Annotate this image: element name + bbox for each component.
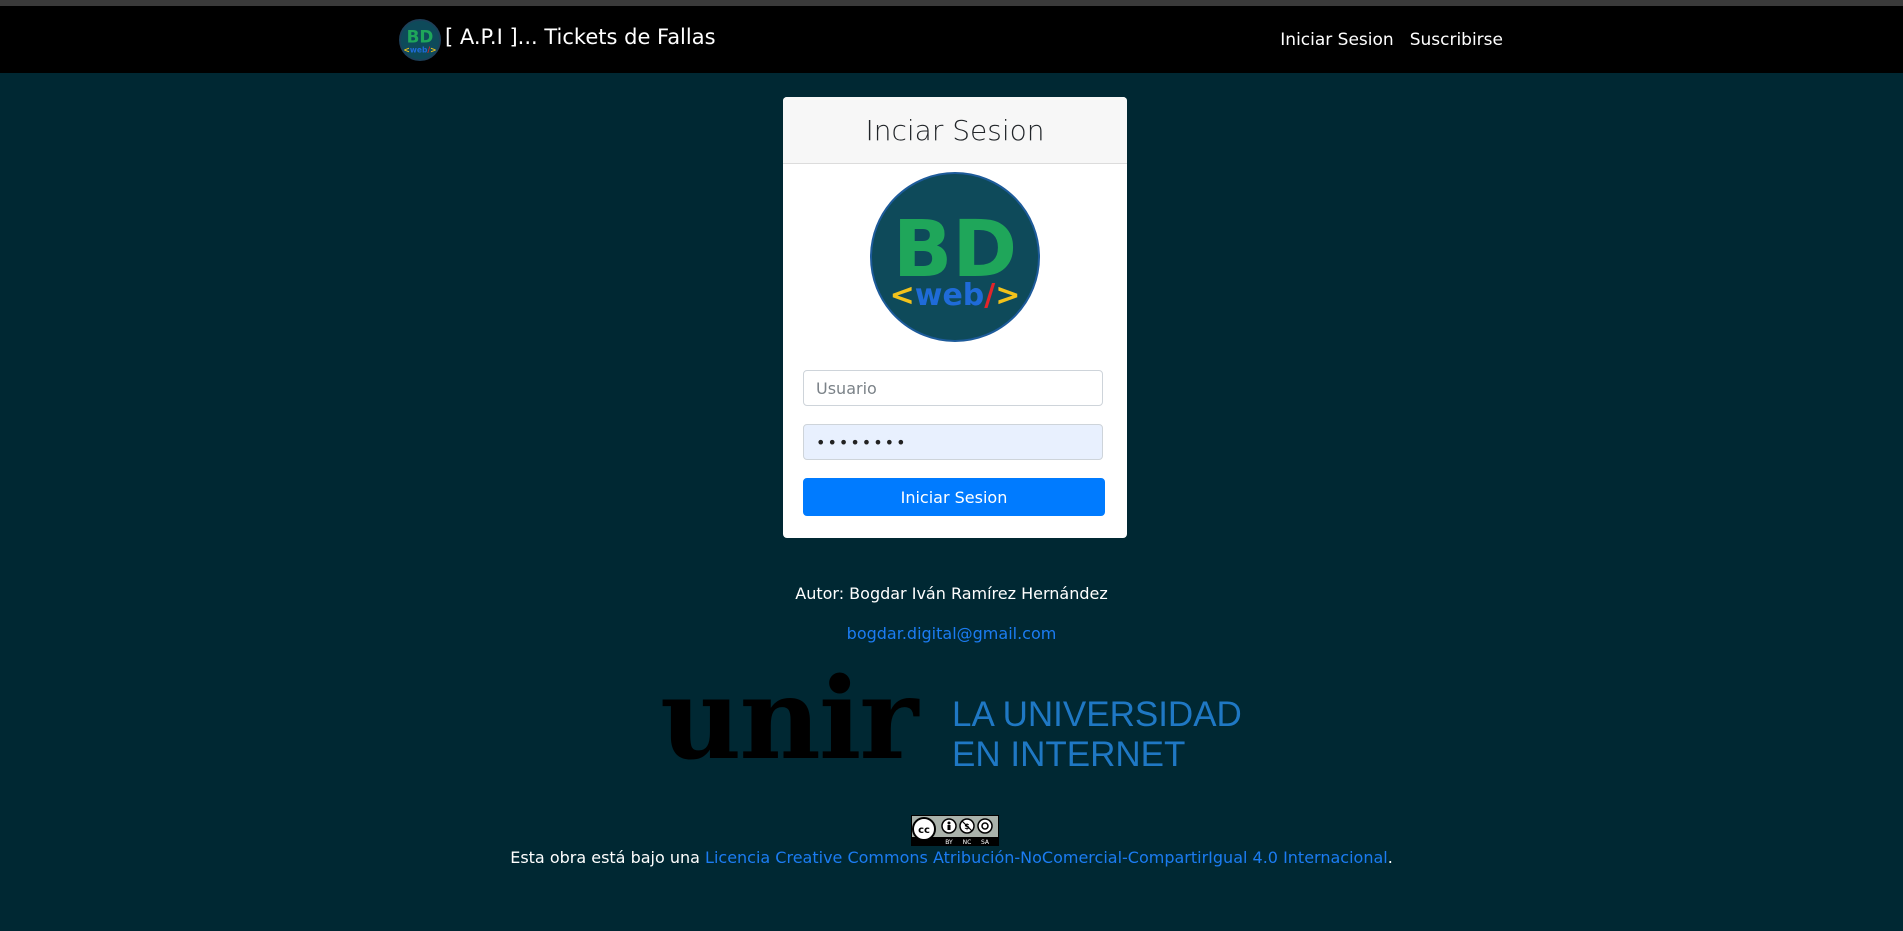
- brand-link[interactable]: BD <web/> [ A.P.I ]... Tickets de Fallas: [399, 19, 716, 61]
- unir-wordmark: unir: [660, 654, 918, 785]
- unir-tagline-line2: EN INTERNET: [952, 735, 1186, 774]
- username-input[interactable]: [803, 370, 1103, 406]
- author-text: Autor: Bogdar Iván Ramírez Hernández: [795, 584, 1108, 603]
- cc-license-badge-icon[interactable]: cc $ BY NC SA: [911, 815, 999, 846]
- nav-subscribe-link[interactable]: Suscribirse: [1410, 30, 1503, 50]
- license-prefix: Esta obra está bajo una: [510, 848, 706, 867]
- brand-logo-icon: BD <web/>: [399, 19, 441, 61]
- login-submit-button[interactable]: Iniciar Sesion: [803, 478, 1105, 516]
- nav-links: Iniciar Sesion Suscribirse: [1280, 30, 1503, 50]
- unir-tagline-line1: LA UNIVERSIDAD: [952, 695, 1242, 734]
- svg-text:<web/>: <web/>: [890, 278, 1021, 313]
- brand-title: [ A.P.I ]... Tickets de Fallas: [445, 25, 716, 49]
- login-card: Inciar Sesion BD <web/> Iniciar Sesion: [783, 97, 1127, 538]
- unir-tagline: LA UNIVERSIDAD EN INTERNET: [952, 695, 1242, 775]
- svg-text:<web/>: <web/>: [404, 46, 437, 55]
- email-line: bogdar.digital@gmail.com: [0, 624, 1903, 643]
- nav-login-link[interactable]: Iniciar Sesion: [1280, 30, 1393, 50]
- svg-text:NC: NC: [963, 839, 972, 846]
- license-line: Esta obra está bajo una Licencia Creativ…: [0, 848, 1903, 867]
- email-link[interactable]: bogdar.digital@gmail.com: [847, 624, 1057, 643]
- unir-logo: unir LA UNIVERSIDAD EN INTERNET: [660, 654, 1260, 790]
- bd-web-logo: BD <web/>: [870, 172, 1040, 342]
- svg-text:BD: BD: [407, 27, 434, 47]
- license-link[interactable]: Licencia Creative Commons Atribución-NoC…: [705, 848, 1388, 867]
- svg-text:SA: SA: [981, 839, 990, 846]
- login-title: Inciar Sesion: [865, 113, 1045, 147]
- svg-text:cc: cc: [918, 825, 930, 836]
- login-card-header: Inciar Sesion: [783, 97, 1127, 164]
- svg-text:BY: BY: [945, 839, 953, 846]
- password-input[interactable]: [803, 424, 1103, 460]
- navbar: BD <web/> [ A.P.I ]... Tickets de Fallas…: [0, 6, 1903, 73]
- license-suffix: .: [1387, 848, 1393, 867]
